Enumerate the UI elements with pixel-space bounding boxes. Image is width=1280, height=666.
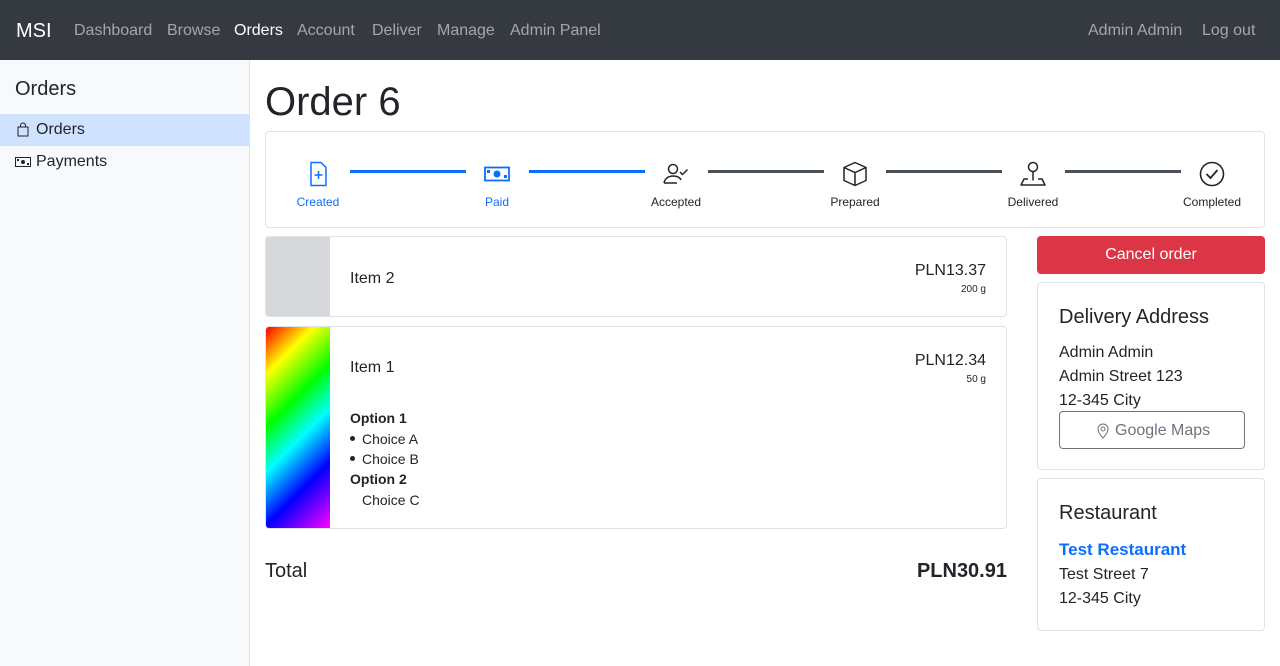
- sidebar-item-label: Payments: [36, 153, 108, 170]
- check-circle-icon: [1199, 161, 1225, 187]
- step-label: Completed: [1182, 195, 1242, 209]
- delivery-city: 12-345 City: [1059, 392, 1141, 409]
- sidebar: Orders Orders Payments: [0, 60, 250, 666]
- restaurant-city: 12-345 City: [1059, 590, 1141, 607]
- option-title: Option 2: [350, 471, 407, 487]
- step-label: Created: [296, 195, 340, 209]
- step-completed: Completed: [1172, 160, 1252, 209]
- nav-account[interactable]: Account: [297, 21, 355, 41]
- option-choice: Choice B: [362, 451, 419, 467]
- order-item: Item 1 PLN12.34 50 g Option 1 Choice A C…: [265, 326, 1007, 529]
- progress-connector: [529, 170, 645, 173]
- cancel-order-button[interactable]: Cancel order: [1037, 236, 1265, 274]
- nav-logout[interactable]: Log out: [1202, 21, 1255, 41]
- item-image-placeholder: [266, 237, 330, 316]
- delivery-street: Admin Street 123: [1059, 368, 1183, 385]
- step-label: Accepted: [650, 195, 702, 209]
- step-created: Created: [278, 160, 358, 209]
- nav-deliver[interactable]: Deliver: [372, 21, 422, 41]
- delivery-address-card: Delivery Address Admin Admin Admin Stree…: [1037, 282, 1265, 470]
- progress-connector: [886, 170, 1002, 173]
- restaurant-link[interactable]: Test Restaurant: [1059, 540, 1186, 560]
- item-name: Item 2: [350, 270, 395, 287]
- box-icon: [843, 161, 867, 187]
- option-choice: Choice C: [362, 492, 420, 508]
- page-title: Order 6: [265, 80, 401, 124]
- step-label: Paid: [484, 195, 510, 209]
- order-item: Item 2 PLN13.37 200 g: [265, 236, 1007, 317]
- google-maps-button[interactable]: Google Maps: [1059, 411, 1245, 449]
- option-choice: Choice A: [362, 431, 419, 447]
- nav-orders[interactable]: Orders: [234, 21, 283, 41]
- sidebar-item-label: Orders: [36, 121, 85, 138]
- progress-connector: [1065, 170, 1181, 173]
- step-label: Delivered: [1007, 195, 1059, 209]
- person-check-icon: [663, 163, 689, 184]
- step-prepared: Prepared: [815, 160, 895, 209]
- nav-dashboard[interactable]: Dashboard: [74, 21, 152, 41]
- bullet-icon: [350, 456, 355, 461]
- restaurant-card: Restaurant Test Restaurant Test Street 7…: [1037, 478, 1265, 631]
- bullet-icon: [350, 436, 355, 441]
- total-value: PLN30.91: [916, 560, 1007, 582]
- item-weight: 200 g: [960, 284, 986, 295]
- delivery-name: Admin Admin: [1059, 344, 1154, 361]
- step-paid: Paid: [457, 160, 537, 209]
- item-price: PLN13.37: [914, 262, 986, 279]
- cash-icon: [15, 157, 31, 167]
- sidebar-item-orders[interactable]: Orders: [0, 114, 249, 146]
- step-delivered: Delivered: [993, 160, 1073, 209]
- file-plus-icon: [310, 161, 327, 187]
- cash-icon: [484, 166, 510, 182]
- total-label: Total: [265, 560, 308, 582]
- sidebar-item-payments[interactable]: Payments: [0, 146, 249, 178]
- step-accepted: Accepted: [636, 160, 716, 209]
- sidebar-title: Orders: [15, 78, 77, 100]
- option-title: Option 1: [350, 410, 407, 426]
- progress-connector: [350, 170, 466, 173]
- restaurant-street: Test Street 7: [1059, 566, 1149, 583]
- nav-browse[interactable]: Browse: [167, 21, 220, 41]
- order-progress-card: Created Paid Accepted Prepared Delivered…: [265, 131, 1265, 228]
- google-maps-label: Google Maps: [1115, 422, 1211, 439]
- map-pin-icon: [1097, 423, 1109, 439]
- top-navbar: MSI Dashboard Browse Orders Account Deli…: [0, 0, 1280, 60]
- item-name: Item 1: [350, 359, 395, 376]
- progress-connector: [708, 170, 824, 173]
- bag-icon: [17, 122, 29, 137]
- card-title: Restaurant: [1059, 502, 1157, 524]
- card-title: Delivery Address: [1059, 306, 1210, 328]
- nav-admin-panel[interactable]: Admin Panel: [510, 21, 601, 41]
- nav-user-name[interactable]: Admin Admin: [1088, 21, 1182, 41]
- item-image: [266, 327, 330, 528]
- brand-logo[interactable]: MSI: [16, 19, 52, 43]
- step-label: Prepared: [830, 195, 880, 209]
- item-weight: 50 g: [966, 374, 986, 385]
- person-pin-icon: [1020, 161, 1046, 186]
- item-price: PLN12.34: [914, 352, 986, 369]
- nav-manage[interactable]: Manage: [437, 21, 495, 41]
